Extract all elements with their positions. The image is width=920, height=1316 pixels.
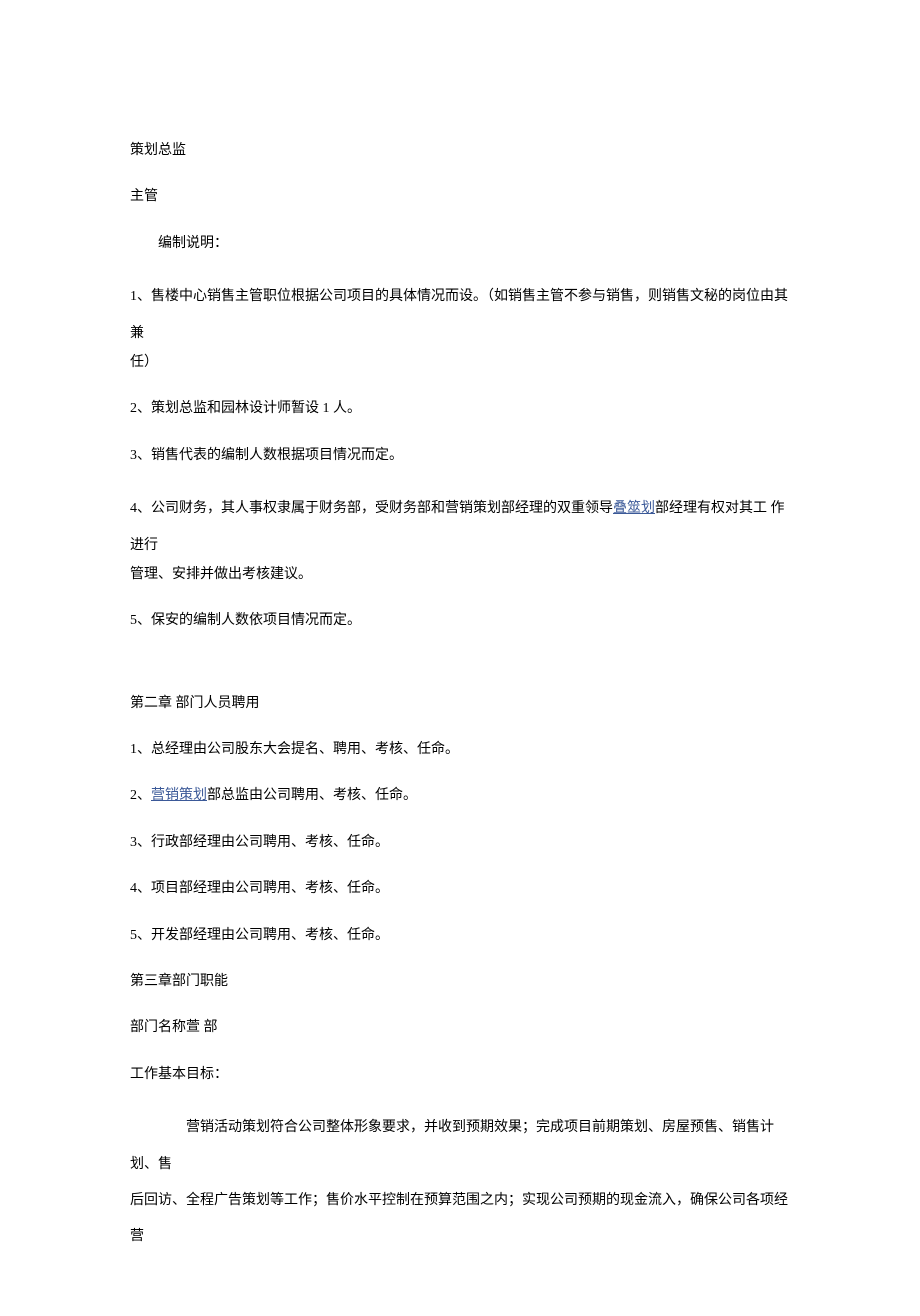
link-text[interactable]: 营销策划 — [151, 788, 207, 803]
text-segment: 4、公司财务，其人事权隶属于财务部，受财务部和营销策划部经理的双重领导 — [130, 501, 613, 516]
text-line: 营销活动策划符合公司整体形象要求，并收到预期效果；完成项目前期策划、房屋预售、销… — [130, 1120, 774, 1171]
section-heading: 工作基本目标： — [130, 1064, 790, 1086]
text-line: 3、销售代表的编制人数根据项目情况而定。 — [130, 445, 790, 467]
link-text[interactable]: 叠筮划 — [613, 501, 655, 516]
chapter-heading: 第三章部门职能 — [130, 971, 790, 993]
text-line: 5、开发部经理由公司聘用、考核、任命。 — [130, 925, 790, 947]
paragraph: 营销活动策划符合公司整体形象要求，并收到预期效果；完成项目前期策划、房屋预售、销… — [130, 1110, 790, 1183]
text-line: 部门名称萱 部 — [130, 1017, 790, 1039]
paragraph: 4、公司财务，其人事权隶属于财务部，受财务部和营销策划部经理的双重领导叠筮划部经… — [130, 491, 790, 564]
text-line: 管理、安排并做出考核建议。 — [130, 564, 790, 586]
text-segment: 2、 — [130, 788, 151, 803]
paragraph: 1、售楼中心销售主管职位根据公司项目的具体情况而设。（如销售主管不参与销售，则销… — [130, 279, 790, 352]
text-line: 1、总经理由公司股东大会提名、聘用、考核、任命。 — [130, 739, 790, 761]
text-line: 任） — [130, 352, 790, 374]
text-segment: 部总监由公司聘用、考核、任命。 — [207, 788, 417, 803]
text-line: 2、策划总监和园林设计师暂设 1 人。 — [130, 398, 790, 420]
text-line: 后回访、全程广告策划等工作；售价水平控制在预算范围之内；实现公司预期的现金流入，… — [130, 1183, 790, 1256]
text-line: 1、售楼中心销售主管职位根据公司项目的具体情况而设。（如销售主管不参与销售，则销… — [130, 289, 788, 340]
text-line: 策划总监 — [130, 140, 790, 162]
text-line: 5、保安的编制人数依项目情况而定。 — [130, 610, 790, 632]
text-line: 4、项目部经理由公司聘用、考核、任命。 — [130, 878, 790, 900]
section-heading: 编制说明： — [130, 233, 790, 255]
text-line: 2、营销策划部总监由公司聘用、考核、任命。 — [130, 785, 790, 807]
chapter-heading: 第二章 部门人员聘用 — [130, 693, 790, 715]
text-line: 主管 — [130, 186, 790, 208]
text-line: 3、行政部经理由公司聘用、考核、任命。 — [130, 832, 790, 854]
